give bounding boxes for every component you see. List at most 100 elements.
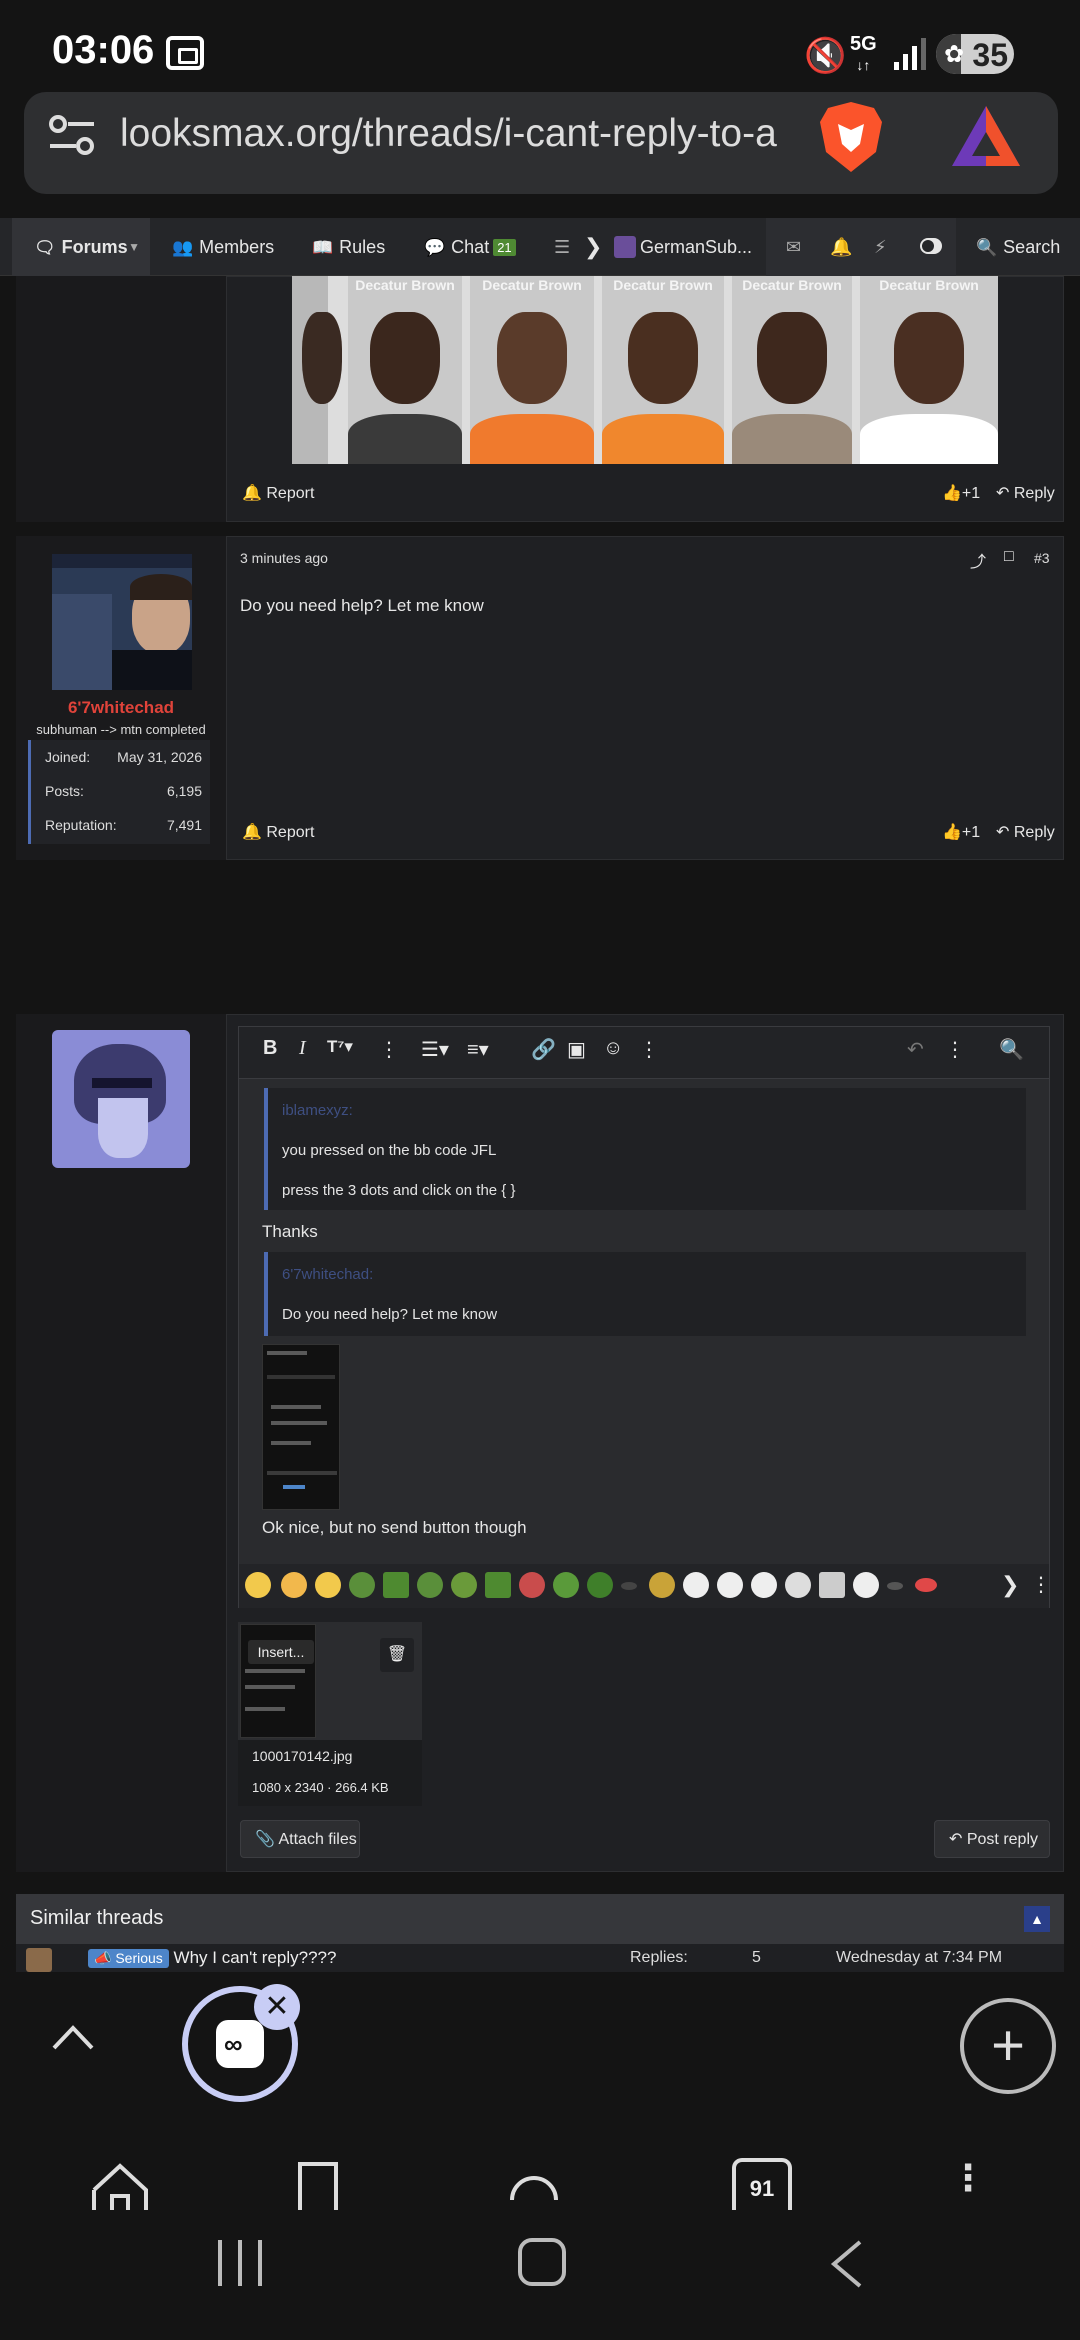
chevron-right-icon[interactable]: ❯ bbox=[584, 218, 602, 276]
report-button[interactable]: 🔔 Report bbox=[242, 483, 314, 503]
emoji-icon[interactable] bbox=[281, 1572, 307, 1598]
reply-icon: ↶ bbox=[949, 1831, 963, 1848]
search-icon[interactable] bbox=[506, 2160, 562, 2210]
like-button[interactable]: 👍+1 bbox=[942, 483, 980, 503]
emoji-icon[interactable] bbox=[519, 1572, 545, 1598]
stat-posts: Posts: 6,195 bbox=[45, 783, 202, 799]
post-reply-button[interactable]: ↶ Post reply bbox=[934, 1820, 1050, 1858]
stat-reputation: Reputation: 7,491 bbox=[45, 817, 202, 833]
emoji-wojak-icon[interactable] bbox=[853, 1572, 879, 1598]
emoji-wojak-icon[interactable] bbox=[785, 1572, 811, 1598]
link-icon[interactable]: 🔗 bbox=[531, 1037, 556, 1062]
scroll-top-icon[interactable]: ▲ bbox=[1024, 1906, 1050, 1932]
editor-toolbar: B I T⁷▾ ⋮ ☰▾ ≡▾ 🔗 ▣ ☺ ⋮ ↶ ⋮ 🔍 bbox=[239, 1027, 1049, 1079]
emoji-pepe-icon[interactable] bbox=[383, 1572, 409, 1598]
theme-toggle-icon[interactable] bbox=[920, 238, 942, 254]
emoji-pepe-icon[interactable] bbox=[451, 1572, 477, 1598]
emoji-laugh-icon[interactable] bbox=[245, 1572, 271, 1598]
emoji-icon[interactable] bbox=[315, 1572, 341, 1598]
tabs-button[interactable]: 91 bbox=[732, 2158, 792, 2210]
url-text[interactable]: looksmax.org/threads/i-cant-reply-to-a bbox=[120, 112, 786, 156]
post-number[interactable]: #3 bbox=[1034, 550, 1050, 566]
chevron-right-icon[interactable]: ❯ bbox=[1001, 1572, 1019, 1598]
nav-search[interactable]: 🔍 Search bbox=[976, 218, 1060, 276]
signal-icon bbox=[894, 38, 930, 70]
attach-files-button[interactable]: 📎 Attach files bbox=[240, 1820, 360, 1858]
emoji-pepe-icon[interactable] bbox=[349, 1572, 375, 1598]
last-post-date: Wednesday at 7:34 PM bbox=[836, 1949, 1003, 1966]
more-options-icon[interactable]: ⋮ bbox=[1031, 1572, 1051, 1597]
emoji-pepe-icon[interactable] bbox=[417, 1572, 443, 1598]
thread-title[interactable]: Why I can't reply???? bbox=[174, 1948, 337, 1967]
more-options-icon[interactable]: ⋮ bbox=[379, 1037, 399, 1062]
reply-button[interactable]: ↶ Reply bbox=[996, 483, 1055, 503]
menu-icon[interactable]: ⋮ bbox=[950, 2160, 986, 2196]
status-time: 03:06 bbox=[52, 28, 155, 72]
smiley-icon[interactable]: ☺ bbox=[603, 1037, 623, 1060]
quote-block: 6'7whitechad: Do you need help? Let me k… bbox=[264, 1252, 1026, 1336]
emoji-wojak-icon[interactable] bbox=[717, 1572, 743, 1598]
insert-button[interactable]: Insert... bbox=[248, 1640, 314, 1664]
brave-rewards-icon[interactable] bbox=[950, 104, 1022, 168]
username[interactable]: 6'7whitechad bbox=[16, 698, 226, 718]
more-options-icon[interactable]: ⋮ bbox=[945, 1037, 965, 1062]
emoji-wojak-icon[interactable] bbox=[751, 1572, 777, 1598]
bookmarks-icon[interactable] bbox=[296, 2160, 340, 2210]
nav-rules[interactable]: 📖 Rules bbox=[312, 218, 385, 276]
text-size-button[interactable]: T⁷▾ bbox=[327, 1037, 353, 1057]
home-nav-icon[interactable] bbox=[518, 2238, 566, 2286]
search-icon: 🔍 bbox=[976, 238, 998, 257]
chevron-down-icon[interactable]: ▼ bbox=[128, 218, 140, 276]
emoji-icon[interactable] bbox=[621, 1582, 637, 1590]
attachment-meta: 1080 x 2340 · 266.4 KB bbox=[252, 1780, 389, 1795]
trash-icon[interactable]: 🗑 bbox=[380, 1638, 414, 1672]
site-settings-icon[interactable] bbox=[48, 114, 96, 158]
preview-icon[interactable]: 🔍 bbox=[999, 1037, 1024, 1062]
emoji-pepe-icon[interactable] bbox=[485, 1572, 511, 1598]
home-icon[interactable] bbox=[90, 2160, 150, 2210]
book-icon: 📖 bbox=[312, 238, 334, 257]
inline-screenshot[interactable] bbox=[262, 1344, 340, 1510]
back-icon[interactable] bbox=[828, 2238, 864, 2290]
emoji-icon[interactable] bbox=[887, 1582, 903, 1590]
report-button[interactable]: 🔔 Report bbox=[242, 822, 314, 842]
emoji-pepe-icon[interactable] bbox=[553, 1572, 579, 1598]
nav-germansub[interactable]: GermanSub... bbox=[614, 218, 764, 276]
editor-text: Thanks bbox=[262, 1222, 318, 1241]
bolt-icon[interactable]: ⚡ bbox=[874, 218, 887, 276]
post-image[interactable]: Decatur Brown Decatur Brown Decatur Brow… bbox=[292, 276, 998, 464]
close-icon[interactable]: ✕ bbox=[254, 1984, 300, 2030]
similar-thread-row[interactable]: 📣 Serious Why I can't reply???? Replies:… bbox=[16, 1944, 1064, 1972]
avatar[interactable] bbox=[52, 554, 192, 690]
nav-more-icon[interactable]: ☰ bbox=[554, 218, 570, 276]
bold-button[interactable]: B bbox=[263, 1037, 277, 1060]
nav-members[interactable]: 👥 Members bbox=[172, 218, 274, 276]
envelope-icon[interactable]: ✉ bbox=[786, 218, 801, 276]
reply-button[interactable]: ↶ Reply bbox=[996, 822, 1055, 842]
image-icon[interactable]: ▣ bbox=[567, 1037, 586, 1062]
bell-icon[interactable]: 🔔 bbox=[830, 218, 852, 276]
quote-author[interactable]: 6'7whitechad: bbox=[282, 1266, 373, 1283]
italic-button[interactable]: I bbox=[299, 1037, 306, 1060]
emoji-wojak-icon[interactable] bbox=[683, 1572, 709, 1598]
post-time[interactable]: 3 minutes ago bbox=[240, 550, 328, 566]
bookmark-icon[interactable]: □ bbox=[1004, 548, 1014, 566]
nav-forums[interactable]: 🗨 Forums ▼ bbox=[12, 218, 150, 276]
emoji-icon[interactable] bbox=[649, 1572, 675, 1598]
emoji-pepe-icon[interactable] bbox=[587, 1572, 613, 1598]
emoji-icon[interactable] bbox=[819, 1572, 845, 1598]
list-button[interactable]: ☰▾ bbox=[421, 1037, 449, 1062]
align-button[interactable]: ≡▾ bbox=[467, 1037, 489, 1062]
more-options-icon[interactable]: ⋮ bbox=[639, 1037, 659, 1062]
new-tab-button[interactable]: + bbox=[960, 1998, 1056, 2094]
like-button[interactable]: 👍+1 bbox=[942, 822, 980, 842]
mute-icon: 🔇 bbox=[804, 37, 847, 75]
undo-icon[interactable]: ↶ bbox=[907, 1037, 924, 1062]
quote-author[interactable]: iblamexyz: bbox=[282, 1102, 353, 1119]
share-icon[interactable]: ⤴ bbox=[970, 548, 986, 572]
nav-chat[interactable]: 💬 Chat 21 bbox=[424, 218, 516, 276]
emoji-pill-icon[interactable] bbox=[915, 1578, 937, 1592]
brave-shields-icon[interactable] bbox=[818, 100, 884, 174]
recents-icon[interactable] bbox=[218, 2240, 264, 2286]
chevron-up-icon[interactable] bbox=[50, 2022, 96, 2052]
